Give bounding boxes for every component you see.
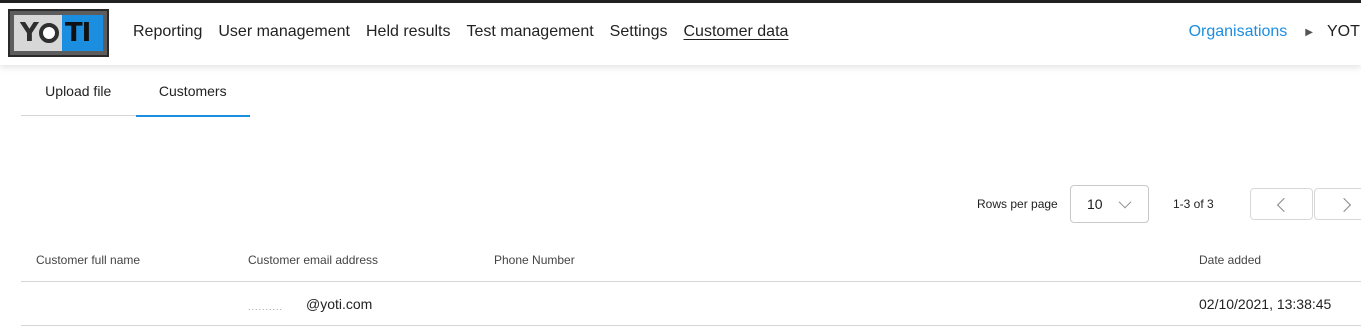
customers-table: Customer full name Customer email addres… [21, 242, 1361, 326]
logo-mark: Y TI [14, 15, 103, 51]
triangle-right-icon: ▶ [1305, 26, 1313, 38]
column-header-email[interactable]: Customer email address [248, 253, 378, 267]
column-header-phone[interactable]: Phone Number [494, 253, 575, 267]
breadcrumb-organisations-link[interactable]: Organisations [1189, 23, 1288, 41]
next-page-button[interactable] [1314, 188, 1361, 220]
chevron-left-icon [1276, 197, 1292, 213]
chevron-down-icon [1118, 195, 1132, 209]
breadcrumb-current: YOTI [1327, 23, 1361, 40]
table-row[interactable]: .......... @yoti.com 02/10/2021, 13:38:4… [21, 282, 1361, 326]
rows-per-page-select[interactable]: 10 [1070, 185, 1149, 223]
rows-per-page-value: 10 [1087, 196, 1103, 212]
table-header: Customer full name Customer email addres… [21, 242, 1361, 282]
email-domain: @yoti.com [306, 296, 373, 312]
cell-date-added: 02/10/2021, 13:38:45 [1199, 296, 1332, 312]
tab-customers[interactable]: Customers [135, 66, 251, 117]
breadcrumb: Organisations ▶ YOTI [1189, 23, 1361, 41]
nav-reporting[interactable]: Reporting [133, 23, 202, 41]
logo-letters-ti: TI [61, 15, 103, 51]
page-range-text: 1-3 of 3 [1173, 197, 1214, 211]
yoti-logo[interactable]: Y TI [8, 9, 109, 57]
cell-email: .......... @yoti.com [248, 296, 372, 312]
previous-page-button[interactable] [1250, 188, 1313, 220]
tab-bar: Upload file Customers [21, 66, 251, 117]
chevron-right-icon [1336, 197, 1352, 213]
nav-held-results[interactable]: Held results [366, 23, 450, 41]
logo-ring-icon [38, 23, 59, 43]
logo-letter-y: Y [20, 18, 39, 48]
nav-settings[interactable]: Settings [610, 23, 668, 41]
nav-user-management[interactable]: User management [218, 23, 350, 41]
pagination: Rows per page 10 1-3 of 3 [977, 185, 1361, 223]
column-header-full-name[interactable]: Customer full name [36, 253, 140, 267]
app-header: Y TI Reporting User management Held resu… [0, 3, 1361, 65]
nav-test-management[interactable]: Test management [466, 23, 593, 41]
main-nav: Reporting User management Held results T… [133, 23, 804, 41]
redacted-email-local-part: .......... [248, 302, 284, 312]
nav-customer-data[interactable]: Customer data [683, 23, 788, 41]
tab-upload-file[interactable]: Upload file [21, 66, 136, 116]
column-header-date-added[interactable]: Date added [1199, 253, 1261, 267]
rows-per-page-label: Rows per page [977, 197, 1058, 211]
